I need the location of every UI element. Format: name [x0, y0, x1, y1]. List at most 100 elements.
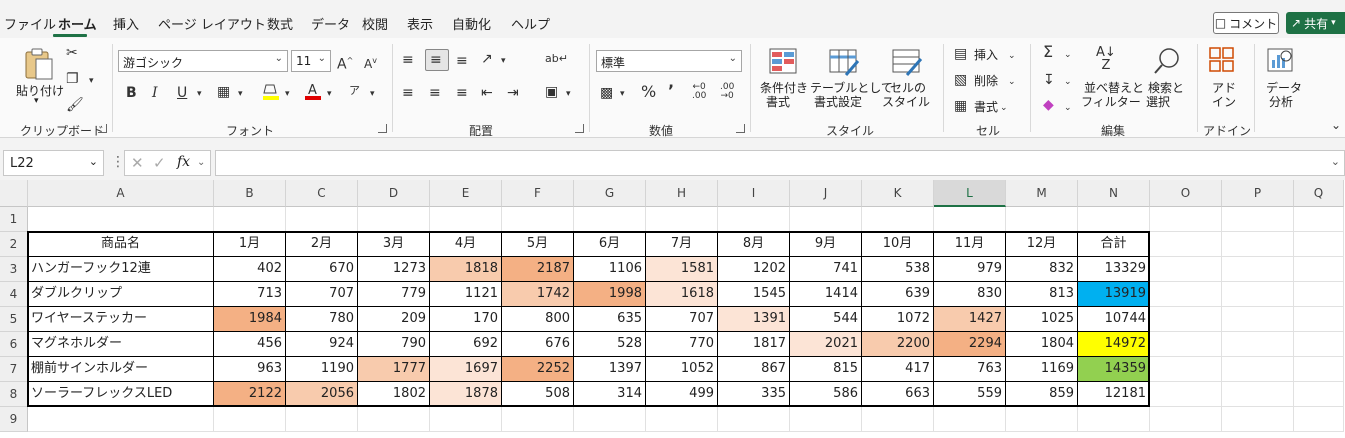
- cell-p2[interactable]: [1222, 232, 1294, 257]
- cell-i8[interactable]: 335: [718, 382, 790, 407]
- cell-k9[interactable]: [862, 407, 934, 432]
- cell-n3[interactable]: 13329: [1078, 257, 1150, 282]
- cell-l5[interactable]: 1427: [934, 307, 1006, 332]
- cell-c4[interactable]: 707: [286, 282, 358, 307]
- cell-h3[interactable]: 1581: [646, 257, 718, 282]
- cell-i4[interactable]: 1545: [718, 282, 790, 307]
- cell-l8[interactable]: 559: [934, 382, 1006, 407]
- tab-view[interactable]: 表示: [407, 14, 433, 33]
- decrease-indent-icon[interactable]: ⇤: [481, 84, 493, 102]
- cell-h9[interactable]: [646, 407, 718, 432]
- cell-o9[interactable]: [1150, 407, 1222, 432]
- cell-m3[interactable]: 832: [1006, 257, 1078, 282]
- cell-b4[interactable]: 713: [214, 282, 286, 307]
- more-options-icon[interactable]: ⋮: [111, 154, 125, 170]
- font-color-icon[interactable]: A: [304, 82, 322, 102]
- chevron-down-icon[interactable]: ▾: [285, 85, 290, 103]
- cell-j9[interactable]: [790, 407, 862, 432]
- cell-i1[interactable]: [718, 207, 790, 232]
- align-right-icon[interactable]: ≡: [456, 84, 468, 102]
- align-bottom-icon[interactable]: ≡: [456, 52, 468, 70]
- cell-k3[interactable]: 538: [862, 257, 934, 282]
- chevron-down-icon[interactable]: ⌄: [1008, 47, 1016, 65]
- cell-a8[interactable]: ソーラーフレックスLED: [28, 382, 214, 407]
- cell-d6[interactable]: 790: [358, 332, 430, 357]
- cell-n5[interactable]: 10744: [1078, 307, 1150, 332]
- tab-home[interactable]: ホーム: [58, 14, 97, 33]
- decrease-decimal-icon[interactable]: .00 →0: [720, 83, 734, 101]
- cell-f8[interactable]: 508: [502, 382, 574, 407]
- cell-e6[interactable]: 692: [430, 332, 502, 357]
- cell-c5[interactable]: 780: [286, 307, 358, 332]
- column-header-g[interactable]: G: [574, 180, 646, 207]
- cell-n9[interactable]: [1078, 407, 1150, 432]
- cell-p4[interactable]: [1222, 282, 1294, 307]
- cell-d1[interactable]: [358, 207, 430, 232]
- column-header-m[interactable]: M: [1006, 180, 1078, 207]
- delete-cells-icon[interactable]: ▧: [954, 71, 967, 89]
- insert-cells-button[interactable]: 挿入: [974, 46, 998, 63]
- cell-e2[interactable]: 4月: [430, 232, 502, 257]
- cell-a1[interactable]: [28, 207, 214, 232]
- column-header-p[interactable]: P: [1222, 180, 1294, 207]
- cell-p3[interactable]: [1222, 257, 1294, 282]
- cell-k7[interactable]: 417: [862, 357, 934, 382]
- cell-b3[interactable]: 402: [214, 257, 286, 282]
- cell-d5[interactable]: 209: [358, 307, 430, 332]
- row-header-5[interactable]: 5: [0, 307, 28, 332]
- cell-i7[interactable]: 867: [718, 357, 790, 382]
- tab-review[interactable]: 校閲: [362, 14, 388, 33]
- align-top-icon[interactable]: ≡: [402, 51, 414, 69]
- cell-o8[interactable]: [1150, 382, 1222, 407]
- cell-d9[interactable]: [358, 407, 430, 432]
- cell-styles-icon[interactable]: [891, 47, 923, 77]
- cell-c2[interactable]: 2月: [286, 232, 358, 257]
- addins-label-2[interactable]: イン: [1212, 95, 1236, 109]
- cell-g6[interactable]: 528: [574, 332, 646, 357]
- cell-f6[interactable]: 676: [502, 332, 574, 357]
- cell-j2[interactable]: 9月: [790, 232, 862, 257]
- clear-icon[interactable]: ◆: [1043, 96, 1054, 114]
- cell-b5[interactable]: 1984: [214, 307, 286, 332]
- font-launcher-icon[interactable]: [378, 124, 387, 133]
- column-header-k[interactable]: K: [862, 180, 934, 207]
- chevron-down-icon[interactable]: ▾: [89, 72, 94, 90]
- cell-k6[interactable]: 2200: [862, 332, 934, 357]
- cell-f2[interactable]: 5月: [502, 232, 574, 257]
- paste-icon[interactable]: [22, 46, 56, 82]
- sort-filter-label-1[interactable]: 並べ替えと: [1084, 81, 1144, 95]
- tab-insert[interactable]: 挿入: [113, 14, 139, 33]
- chevron-down-icon[interactable]: ▾: [327, 85, 332, 103]
- cell-g1[interactable]: [574, 207, 646, 232]
- cell-j6[interactable]: 2021: [790, 332, 862, 357]
- cell-l3[interactable]: 979: [934, 257, 1006, 282]
- cell-q7[interactable]: [1294, 357, 1344, 382]
- fill-icon[interactable]: ↧: [1043, 71, 1055, 89]
- cell-k1[interactable]: [862, 207, 934, 232]
- cell-o7[interactable]: [1150, 357, 1222, 382]
- cell-e7[interactable]: 1697: [430, 357, 502, 382]
- chevron-down-icon[interactable]: ▾: [620, 85, 625, 103]
- cell-a6[interactable]: マグネホルダー: [28, 332, 214, 357]
- cell-m5[interactable]: 1025: [1006, 307, 1078, 332]
- cell-d3[interactable]: 1273: [358, 257, 430, 282]
- cell-f3[interactable]: 2187: [502, 257, 574, 282]
- cell-l7[interactable]: 763: [934, 357, 1006, 382]
- row-header-4[interactable]: 4: [0, 282, 28, 307]
- cell-f1[interactable]: [502, 207, 574, 232]
- cell-o4[interactable]: [1150, 282, 1222, 307]
- row-header-7[interactable]: 7: [0, 357, 28, 382]
- increase-indent-icon[interactable]: ⇥: [507, 84, 519, 102]
- delete-cells-button[interactable]: 削除: [974, 72, 998, 89]
- cell-q9[interactable]: [1294, 407, 1344, 432]
- cell-m1[interactable]: [1006, 207, 1078, 232]
- cell-l9[interactable]: [934, 407, 1006, 432]
- cell-a3[interactable]: ハンガーフック12連: [28, 257, 214, 282]
- name-box[interactable]: L22 ⌄: [3, 150, 104, 176]
- cell-m2[interactable]: 12月: [1006, 232, 1078, 257]
- chevron-down-icon[interactable]: ▾: [34, 96, 39, 106]
- cell-styles-label-1[interactable]: セルの: [890, 81, 926, 95]
- alignment-launcher-icon[interactable]: [575, 124, 584, 133]
- cell-o5[interactable]: [1150, 307, 1222, 332]
- cell-m9[interactable]: [1006, 407, 1078, 432]
